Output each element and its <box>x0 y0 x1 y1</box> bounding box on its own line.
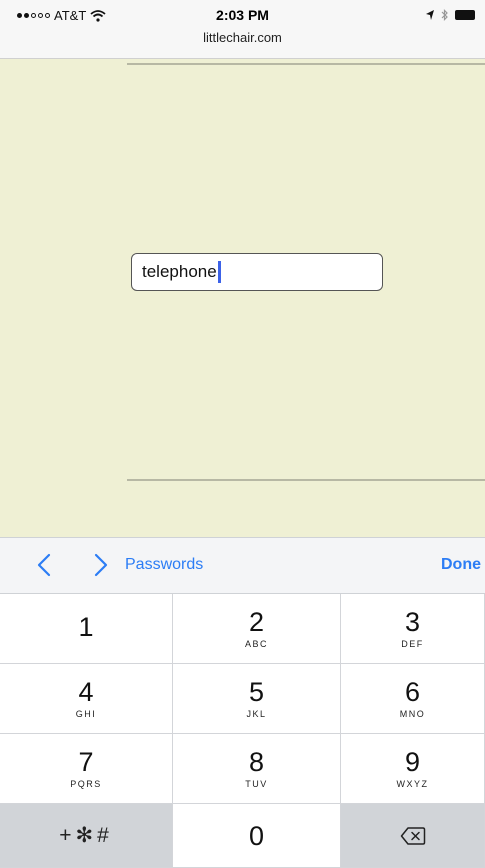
backspace-icon <box>400 826 425 845</box>
key-3[interactable]: 3 DEF <box>341 594 485 664</box>
next-field-button[interactable] <box>88 552 112 578</box>
status-right <box>425 8 475 22</box>
text-caret <box>217 261 221 283</box>
clock: 2:03 PM <box>216 7 269 23</box>
status-bar: AT&T 2:03 PM littlechair.com <box>0 0 485 59</box>
key-9[interactable]: 9 WXYZ <box>341 734 485 804</box>
key-0[interactable]: 0 <box>173 804 341 868</box>
symbols-key[interactable]: +✻# <box>0 804 173 868</box>
key-2[interactable]: 2 ABC <box>173 594 341 664</box>
backspace-key[interactable] <box>341 804 485 868</box>
key-8[interactable]: 8 TUV <box>173 734 341 804</box>
web-page-content: telephone <box>0 59 485 537</box>
passwords-button[interactable]: Passwords <box>125 556 203 574</box>
telephone-input[interactable]: telephone <box>131 253 383 291</box>
battery-icon <box>455 10 475 20</box>
key-4[interactable]: 4 GHI <box>0 664 173 734</box>
key-1[interactable]: 1 <box>0 594 173 664</box>
location-arrow-icon <box>426 10 434 20</box>
done-button[interactable]: Done <box>441 556 481 574</box>
page-url[interactable]: littlechair.com <box>0 30 485 45</box>
key-5[interactable]: 5 JKL <box>173 664 341 734</box>
numeric-keypad: 1 2 ABC 3 DEF 4 GHI 5 JKL 6 MNO 7 PQRS 8… <box>0 594 485 868</box>
key-7[interactable]: 7 PQRS <box>0 734 173 804</box>
horizontal-rule-bottom <box>127 479 485 481</box>
bluetooth-icon <box>441 9 448 21</box>
input-value: telephone <box>142 262 217 281</box>
keyboard-accessory-bar: Passwords Done <box>0 537 485 594</box>
previous-field-button[interactable] <box>33 552 57 578</box>
key-6[interactable]: 6 MNO <box>341 664 485 734</box>
horizontal-rule-top <box>127 63 485 65</box>
